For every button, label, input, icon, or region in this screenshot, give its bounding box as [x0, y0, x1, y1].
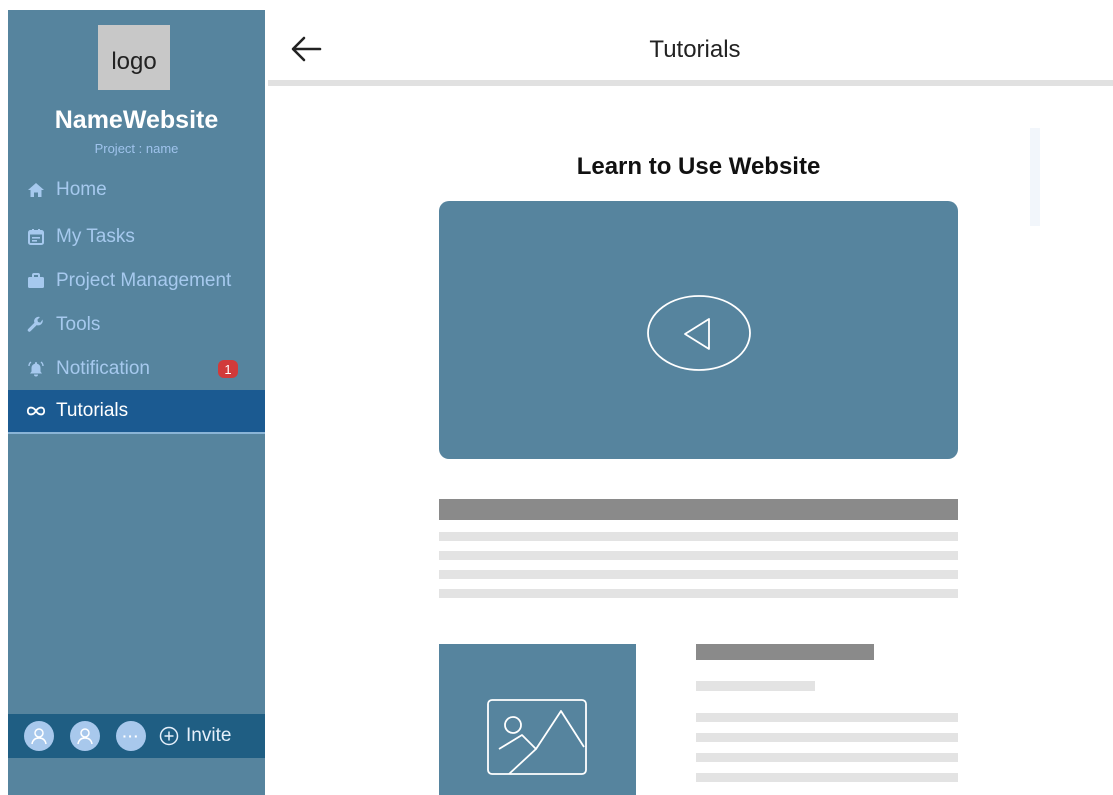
sidebar-item-project-management[interactable]: Project Management — [8, 259, 265, 303]
sidebar-item-notification[interactable]: Notification 1 — [8, 347, 265, 391]
sidebar-item-tools[interactable]: Tools — [8, 303, 265, 347]
project-name: Project : name — [94, 141, 179, 156]
sidebar-item-home[interactable]: Home — [8, 168, 265, 212]
text-placeholder-heading — [696, 644, 874, 660]
text-placeholder-line — [696, 753, 958, 762]
team-bar: ··· Invite — [8, 714, 265, 758]
text-placeholder-line — [696, 773, 958, 782]
plus-circle-icon[interactable] — [158, 725, 180, 747]
sidebar-item-tutorials[interactable]: Tutorials — [8, 390, 265, 434]
video-player[interactable] — [439, 201, 958, 459]
sidebar-item-label: My Tasks — [56, 226, 135, 247]
sidebar-item-label: Tutorials — [56, 400, 129, 421]
play-icon[interactable] — [646, 294, 752, 372]
text-placeholder-heading — [439, 499, 958, 520]
image-icon — [487, 699, 587, 775]
sidebar-item-my-tasks[interactable]: My Tasks — [8, 215, 265, 259]
text-placeholder-line — [696, 713, 958, 722]
briefcase-icon — [26, 271, 46, 291]
page-title: Tutorials — [649, 36, 741, 63]
content-title: Learn to Use Website — [576, 153, 821, 180]
back-arrow-icon[interactable] — [290, 35, 322, 63]
more-members-button[interactable]: ··· — [116, 721, 146, 751]
bell-icon — [26, 359, 46, 379]
calendar-icon — [26, 227, 46, 247]
user-icon — [77, 728, 93, 745]
text-placeholder-line — [439, 551, 958, 560]
text-placeholder-line — [439, 570, 958, 579]
header-divider — [268, 80, 1113, 86]
scrollbar[interactable] — [1030, 128, 1040, 226]
home-icon — [26, 180, 46, 200]
user-avatar[interactable] — [70, 721, 100, 751]
sidebar: logo NameWebsite Project : name Home My … — [8, 10, 265, 795]
text-placeholder-line — [696, 681, 815, 691]
text-placeholder-line — [439, 532, 958, 541]
sidebar-item-label: Project Management — [56, 270, 232, 291]
image-placeholder — [439, 644, 636, 795]
wrench-icon — [26, 315, 46, 335]
text-placeholder-line — [439, 589, 958, 598]
sidebar-item-label: Tools — [56, 314, 101, 335]
logo[interactable]: logo — [98, 25, 170, 90]
site-name: NameWebsite — [54, 106, 219, 134]
text-placeholder-line — [696, 733, 958, 742]
invite-button[interactable]: Invite — [186, 725, 231, 747]
sidebar-item-label: Home — [56, 179, 107, 200]
user-avatar[interactable] — [24, 721, 54, 751]
infinity-icon — [26, 401, 46, 421]
notification-badge: 1 — [218, 360, 238, 378]
user-icon — [31, 728, 47, 745]
sidebar-item-label: Notification — [56, 358, 150, 379]
